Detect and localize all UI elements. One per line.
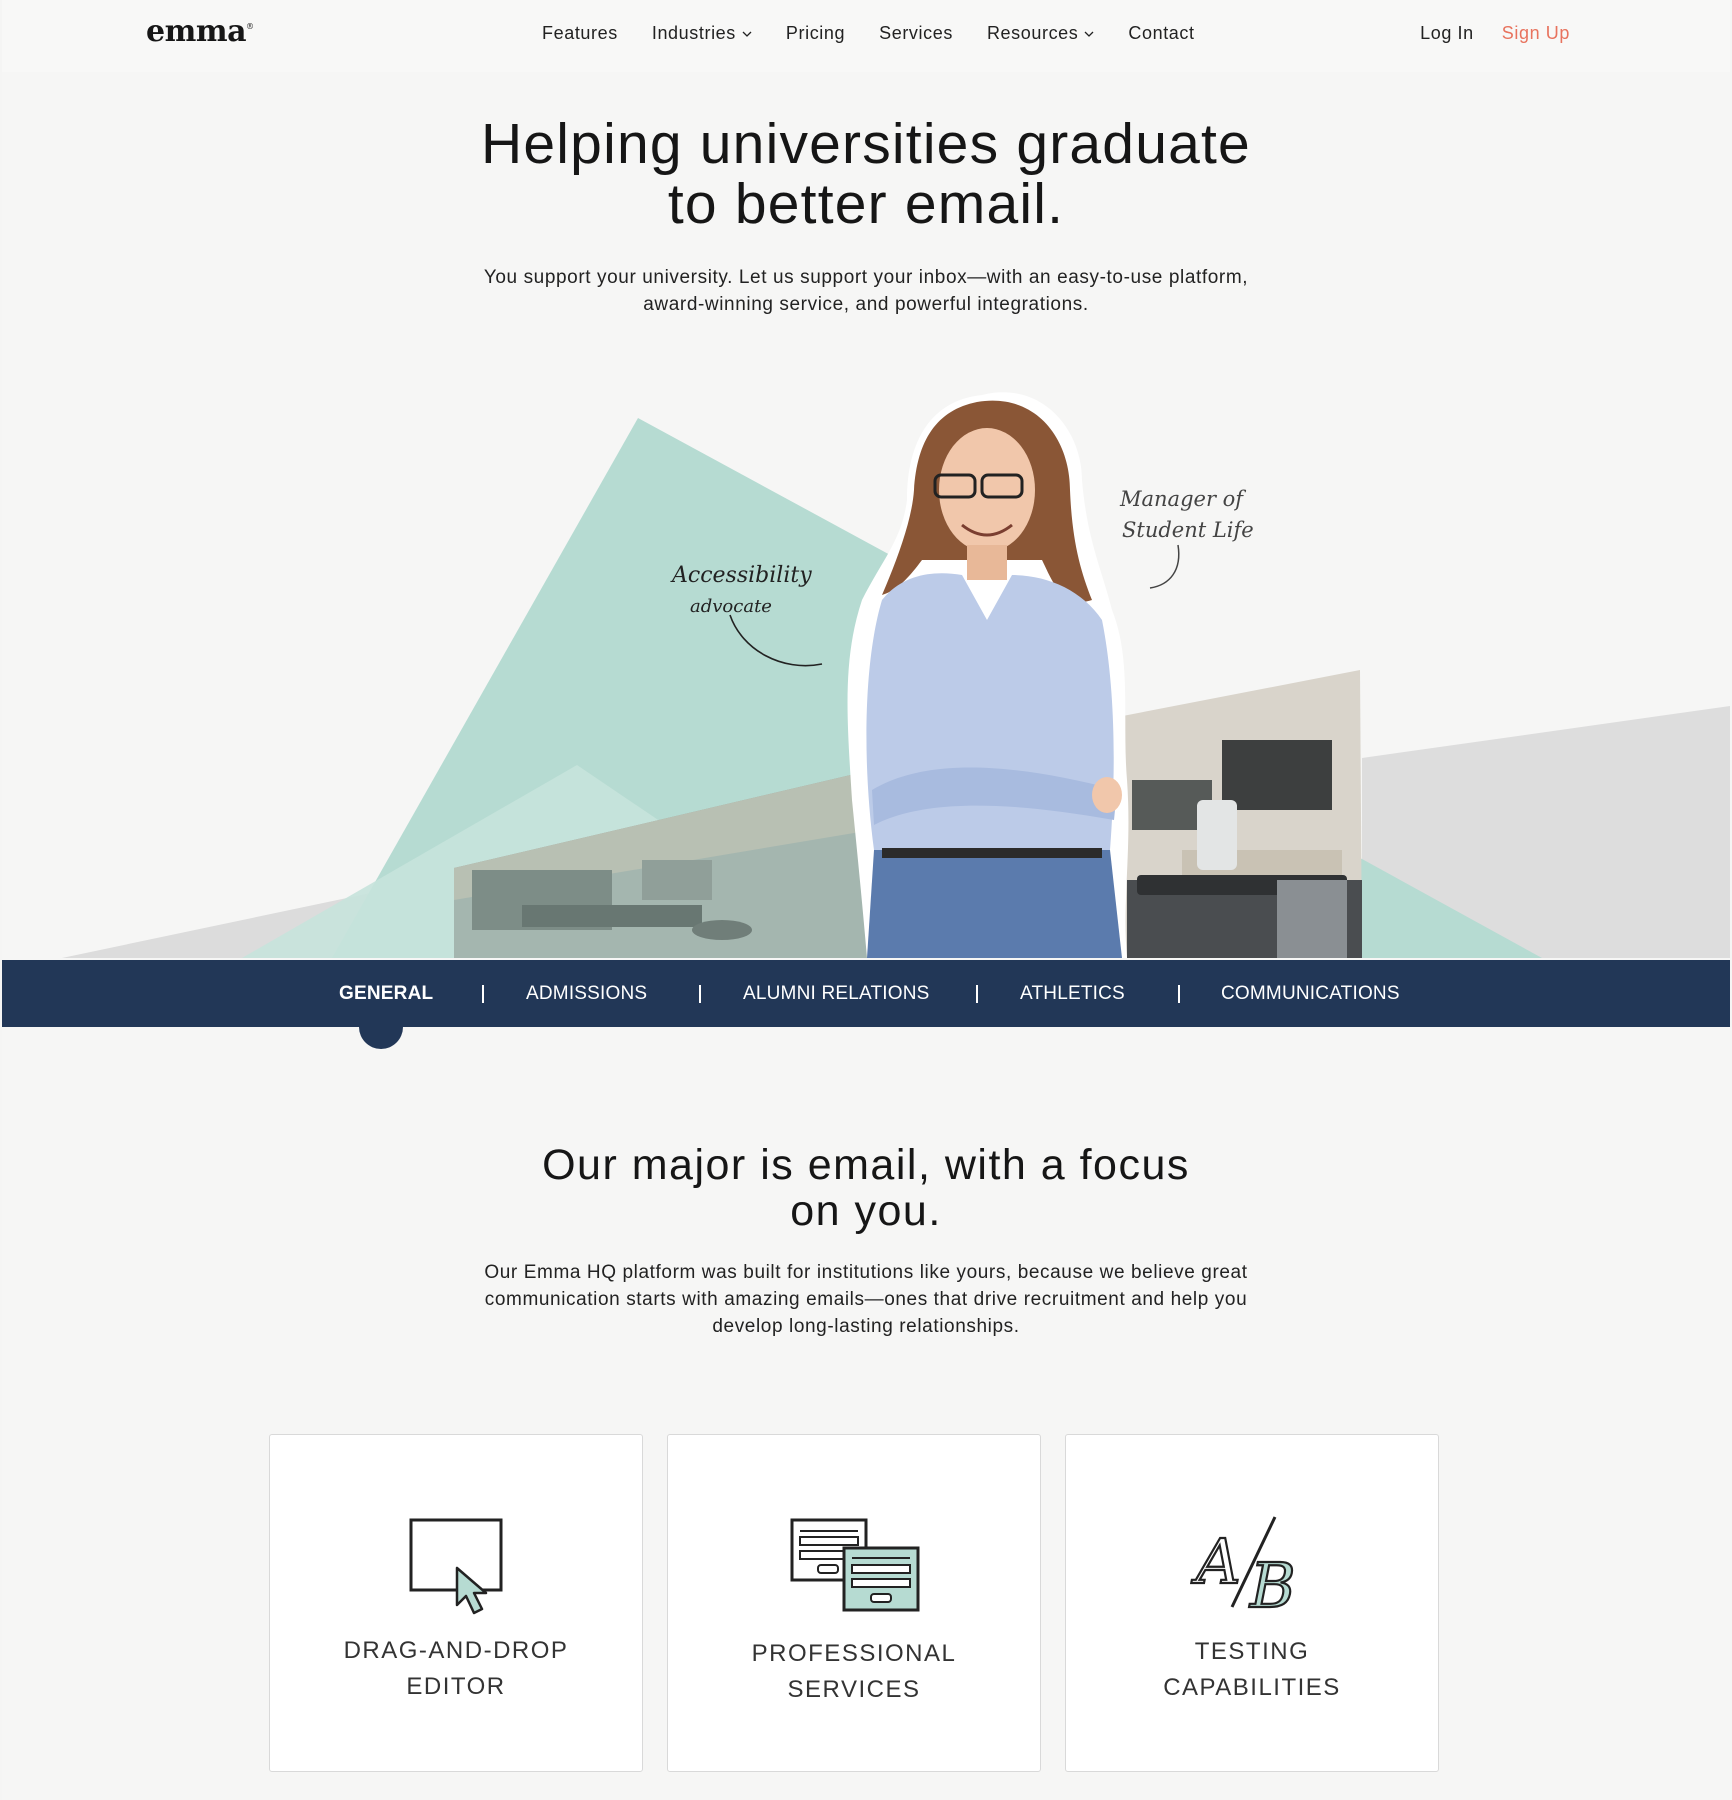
- nav-services[interactable]: Services: [879, 23, 953, 44]
- chevron-down-icon: [742, 31, 752, 37]
- feature-card-testing[interactable]: A B TESTING CAPABILITIES: [1065, 1434, 1439, 1772]
- svg-text:A: A: [1191, 1525, 1241, 1598]
- tab-divider: [482, 985, 484, 1003]
- hero-illustration: Accessibility advocate Manager of Studen…: [62, 392, 1730, 958]
- nav-pricing[interactable]: Pricing: [786, 23, 845, 44]
- section-title-line1: Our major is email, with a focus: [542, 1141, 1190, 1189]
- industry-tabs: GENERAL ADMISSIONS ALUMNI RELATIONS ATHL…: [2, 960, 1730, 1027]
- card-label-line2: CAPABILITIES: [1163, 1674, 1341, 1701]
- section-body: Our Emma HQ platform was built for insti…: [2, 1259, 1730, 1340]
- site-header: emma® Features Industries Pricing Servic…: [2, 0, 1730, 72]
- hero-subtitle-line2: award-winning service, and powerful inte…: [643, 294, 1089, 315]
- logo-text: emma: [146, 14, 247, 49]
- annotation-accessibility: Accessibility: [670, 563, 812, 588]
- nav-features[interactable]: Features: [542, 23, 618, 44]
- nav-label: Pricing: [785, 23, 846, 43]
- annotation-manager: Manager of: [1119, 487, 1246, 511]
- section-title-line2: on you.: [790, 1187, 942, 1235]
- tab-admissions[interactable]: ADMISSIONS: [526, 960, 647, 1027]
- woman-photo: [847, 392, 1129, 958]
- tab-divider: [1178, 985, 1180, 1003]
- tab-alumni-relations[interactable]: ALUMNI RELATIONS: [743, 960, 930, 1027]
- main-nav: Features Industries Pricing Services Res…: [542, 23, 1229, 44]
- logo-registered-mark: ®: [246, 22, 254, 31]
- card-label-line2: EDITOR: [406, 1673, 506, 1700]
- hero-subtitle-line1: You support your university. Let us supp…: [483, 267, 1249, 288]
- tab-general[interactable]: GENERAL: [339, 960, 433, 1027]
- card-label-line1: PROFESSIONAL: [751, 1640, 957, 1667]
- tab-divider: [976, 985, 978, 1003]
- nav-label: Services: [879, 23, 953, 43]
- chevron-down-icon: [1084, 31, 1094, 37]
- feature-card-editor[interactable]: DRAG-AND-DROP EDITOR: [269, 1434, 643, 1772]
- nav-contact[interactable]: Contact: [1128, 23, 1194, 44]
- hero-title-line1: Helping universities graduate: [481, 112, 1251, 176]
- section-body-line1: Our Emma HQ platform was built for insti…: [484, 1262, 1248, 1283]
- annotation-advocate: advocate: [690, 596, 772, 617]
- emma-logo[interactable]: emma®: [146, 14, 254, 49]
- nav-label: Features: [542, 23, 618, 43]
- hero-subtitle: You support your university. Let us supp…: [2, 264, 1730, 318]
- ab-testing-icon: A B: [1190, 1516, 1297, 1615]
- card-label-line1: DRAG-AND-DROP: [343, 1637, 569, 1664]
- login-link[interactable]: Log In: [1420, 23, 1474, 44]
- hero-title: Helping universities graduate to better …: [2, 114, 1730, 234]
- feature-card-services[interactable]: PROFESSIONAL SERVICES: [667, 1434, 1041, 1772]
- page: emma® Features Industries Pricing Servic…: [2, 0, 1730, 1800]
- nav-label: Contact: [1128, 23, 1195, 43]
- nav-label: Resources: [986, 23, 1079, 43]
- hero-title-line2: to better email.: [667, 172, 1065, 236]
- drag-drop-cursor-icon: [409, 1518, 503, 1615]
- svg-text:B: B: [1249, 1549, 1296, 1615]
- card-label-line1: TESTING: [1194, 1638, 1310, 1665]
- nav-resources[interactable]: Resources: [987, 23, 1094, 44]
- nav-label: Industries: [651, 23, 736, 43]
- tab-athletics[interactable]: ATHLETICS: [1020, 960, 1125, 1027]
- signup-link[interactable]: Sign Up: [1502, 23, 1570, 44]
- section-title: Our major is email, with a focus on you.: [2, 1142, 1730, 1234]
- section-body-line2: communication starts with amazing emails…: [484, 1289, 1248, 1310]
- section-body-line3: develop long-lasting relationships.: [712, 1316, 1020, 1337]
- annotation-arrow-right: [1149, 544, 1180, 589]
- nav-industries[interactable]: Industries: [652, 23, 752, 44]
- tab-communications[interactable]: COMMUNICATIONS: [1221, 960, 1400, 1027]
- office-photo-right: [1102, 670, 1362, 958]
- tab-divider: [699, 985, 701, 1003]
- card-label-line2: SERVICES: [787, 1676, 921, 1703]
- stacked-cards-icon: [790, 1518, 920, 1612]
- active-tab-indicator: [359, 1027, 403, 1049]
- annotation-student-life: Student Life: [1122, 518, 1254, 542]
- auth-links: Log In Sign Up: [1420, 23, 1570, 44]
